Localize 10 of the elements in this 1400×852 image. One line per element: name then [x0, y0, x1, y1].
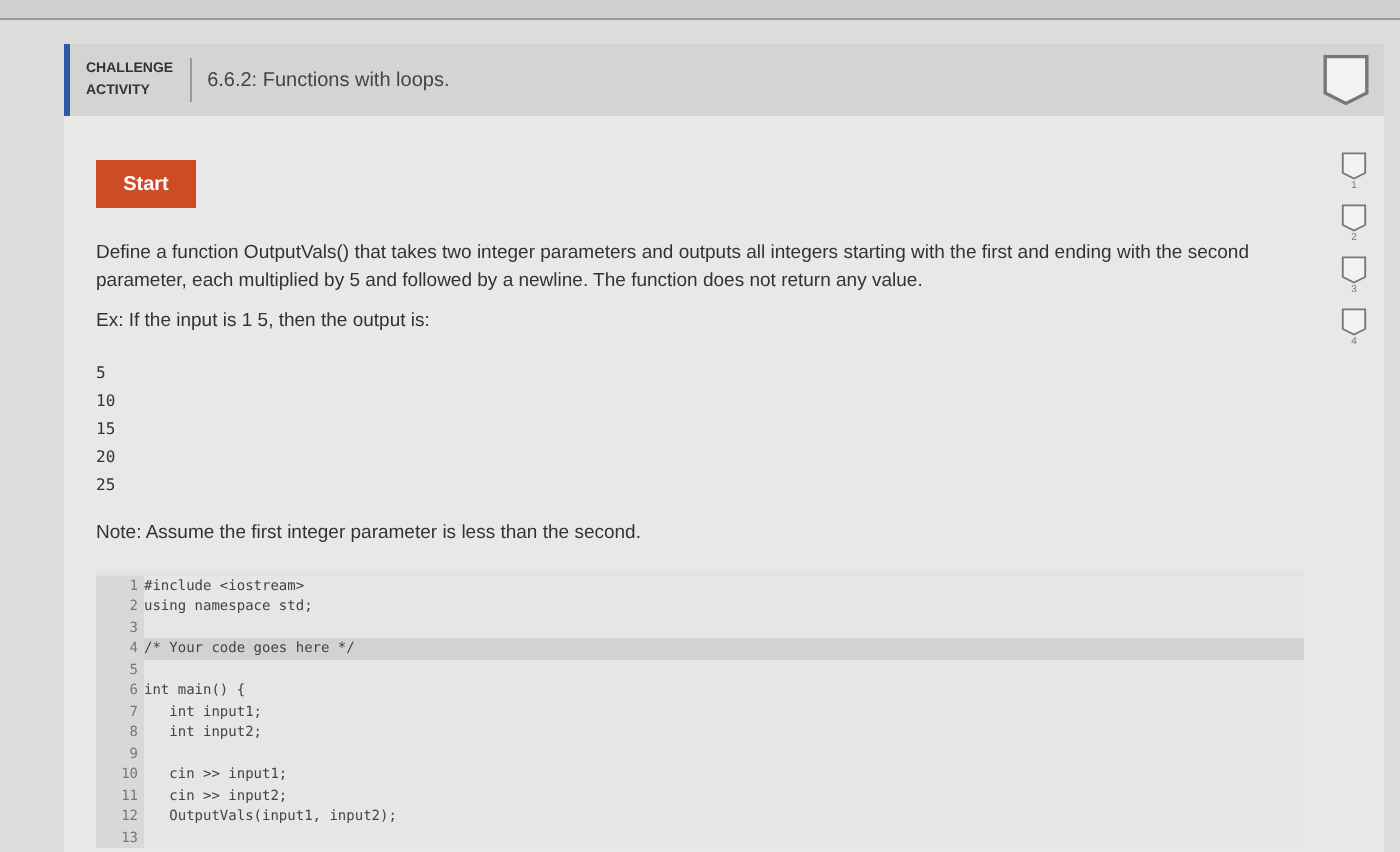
- output-line: 15: [96, 418, 118, 443]
- output-line: 20: [96, 446, 118, 471]
- output-line: 25: [96, 474, 118, 499]
- activity-title: 6.6.2: Functions with loops.: [207, 67, 450, 95]
- output-line: 5: [96, 362, 108, 387]
- example-text: Ex: If the input is 1 5, then the output is:: [96, 308, 432, 336]
- start-button[interactable]: Start: [96, 160, 196, 208]
- output-line: 10: [96, 390, 118, 415]
- prompt-text: Define a function OutputVals() that takes two integer parameters and outputs all integers starting with the first and ending with the second parameter, each multiplied by 5 and followed by a newline. The function does not return any value.: [96, 240, 1251, 296]
- note-text: Note: Assume the first integer parameter is less than the second.: [96, 520, 643, 549]
